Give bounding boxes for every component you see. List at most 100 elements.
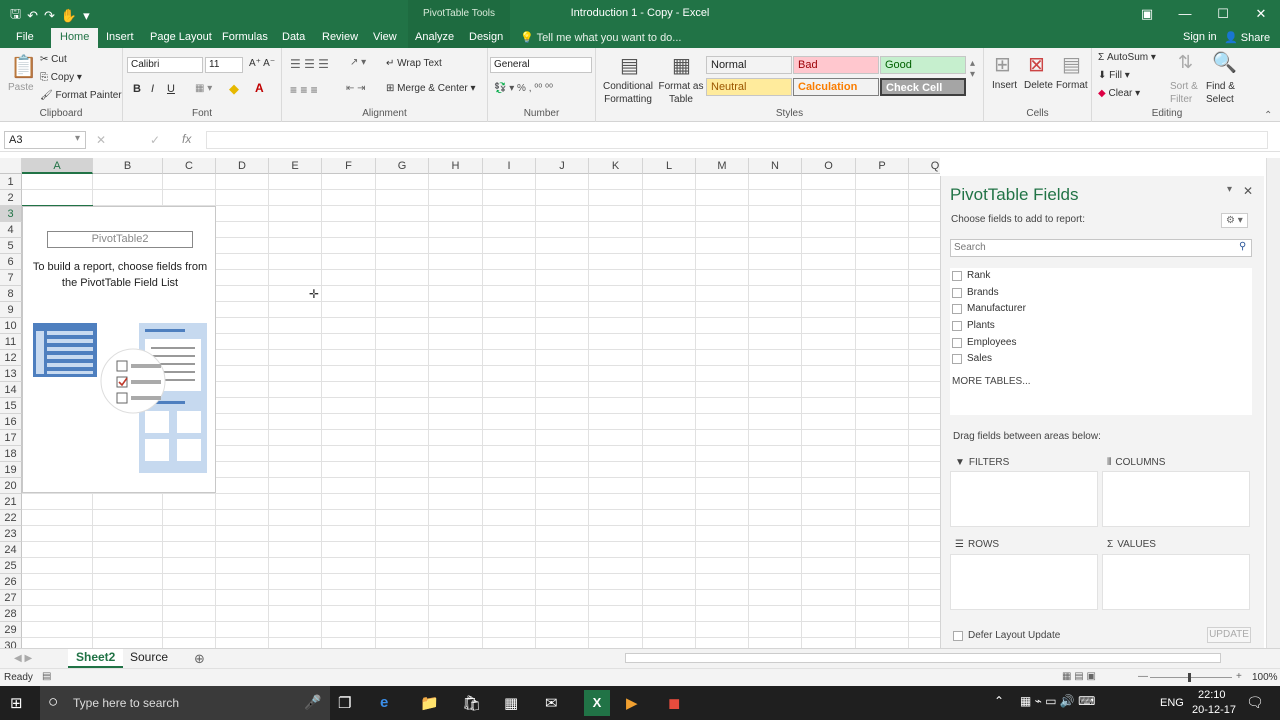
tab-review[interactable]: Review [322,28,358,48]
checkbox[interactable] [952,337,962,348]
cancel-formula-icon[interactable]: ✕ [96,133,106,147]
bold-button[interactable]: B [133,83,141,95]
taskbar-search[interactable]: ○ Type here to search 🎤 [40,686,330,720]
font-size-select[interactable]: 11 [205,57,243,73]
more-tables-link[interactable]: MORE TABLES... [952,376,1031,387]
row-header-2[interactable]: 2 [0,190,22,206]
tab-view[interactable]: View [373,28,397,48]
touch-mode-icon[interactable]: ✋ [61,8,77,24]
format-painter-button[interactable]: 🖌 Format Painter [40,90,122,101]
column-header-e[interactable]: E [269,158,322,174]
zoom-slider[interactable] [1150,677,1232,678]
edge-browser-icon[interactable]: e [380,694,388,711]
field-rank[interactable]: Rank [952,270,990,281]
row-header-4[interactable]: 4 [0,222,22,238]
row-header-22[interactable]: 22 [0,510,22,526]
row-header-1[interactable]: 1 [0,174,22,190]
clock-date[interactable]: 20-12-17 [1192,704,1236,716]
row-header-25[interactable]: 25 [0,558,22,574]
microphone-icon[interactable]: 🎤 [304,694,321,711]
insert-function-icon[interactable]: fx [182,132,191,146]
redo-icon[interactable]: ↷ [44,8,55,24]
sign-in-link[interactable]: Sign in [1183,31,1217,43]
number-format-select[interactable]: General [490,57,592,73]
borders-icon[interactable]: ▦ ▾ [195,83,212,94]
checkbox[interactable] [953,630,963,641]
tab-analyze[interactable]: Analyze [415,28,454,48]
ribbon-display-options-icon[interactable]: ▣ [1128,0,1166,28]
columns-drop-area[interactable] [1102,471,1250,527]
column-header-n[interactable]: N [749,158,802,174]
tell-me-box[interactable]: 💡 Tell me what you want to do... [520,31,681,44]
formula-input[interactable] [206,131,1268,149]
sheet-tab-sheet2[interactable]: Sheet2 [68,649,124,668]
action-center-icon[interactable]: 🗨 [1246,694,1264,711]
row-header-14[interactable]: 14 [0,382,22,398]
conditional-formatting-button[interactable]: Conditional Formatting [600,80,656,106]
vertical-scrollbar[interactable] [1266,158,1280,648]
column-header-h[interactable]: H [429,158,483,174]
calculator-icon[interactable]: ▦ [504,694,518,712]
media-player-icon[interactable]: ▶ [626,694,638,712]
field-search-input[interactable]: Search [950,239,1252,257]
cut-button[interactable]: ✂ Cut [40,54,67,65]
checkbox[interactable] [952,320,962,331]
zoom-level[interactable]: 100% [1252,672,1278,683]
row-header-7[interactable]: 7 [0,270,22,286]
style-normal[interactable]: Normal [706,56,792,74]
underline-button[interactable]: U [167,83,175,95]
style-bad[interactable]: Bad [793,56,879,74]
update-button[interactable]: UPDATE [1207,627,1251,643]
style-good[interactable]: Good [880,56,966,74]
name-box-dropdown-icon[interactable]: ▾ [75,133,80,144]
column-header-j[interactable]: J [536,158,589,174]
sort-filter-button[interactable]: Sort & Filter [1170,80,1204,106]
pane-options-dropdown-icon[interactable]: ▾ [1227,184,1232,195]
row-header-23[interactable]: 23 [0,526,22,542]
clear-button[interactable]: ◆ Clear ▾ [1098,88,1140,99]
task-view-icon[interactable]: ❐ [338,694,351,712]
tab-page-layout[interactable]: Page Layout [150,28,212,48]
style-calculation[interactable]: Calculation [793,78,879,96]
windows-start-icon[interactable]: ⊞ [10,694,23,712]
mail-icon[interactable]: ✉ [545,694,558,712]
align-top-icon[interactable]: ☰ ☰ ☰ [290,57,329,71]
tray-chevron-icon[interactable]: ⌃ [994,694,1004,708]
row-header-24[interactable]: 24 [0,542,22,558]
file-explorer-icon[interactable]: 📁 [420,694,439,712]
excel-app-icon[interactable]: X [584,690,610,716]
tab-formulas[interactable]: Formulas [222,28,268,48]
share-button[interactable]: 👤 Share [1224,31,1270,44]
row-header-20[interactable]: 20 [0,478,22,494]
minimize-icon[interactable]: — [1166,0,1204,28]
style-neutral[interactable]: Neutral [706,78,792,96]
column-header-k[interactable]: K [589,158,643,174]
accounting-icon[interactable]: 💱 ▾ % , ⁰⁰ ⁰⁰ [494,83,553,94]
format-cells-button[interactable]: Format [1056,80,1088,91]
copy-button[interactable]: ⎘ Copy ▾ [40,72,82,83]
column-header-i[interactable]: I [483,158,536,174]
field-employees[interactable]: Employees [952,337,1016,348]
column-header-o[interactable]: O [802,158,856,174]
tray-apps-icon[interactable]: ▦ ⌁ ▭ 🔊 ⌨ [1020,694,1096,708]
customize-qat-icon[interactable]: ▾ [83,8,90,24]
column-header-b[interactable]: B [93,158,163,174]
row-header-3[interactable]: 3 [0,206,22,222]
undo-icon[interactable]: ↶ [27,8,38,24]
row-header-9[interactable]: 9 [0,302,22,318]
macro-record-icon[interactable]: ▤ [42,671,51,682]
view-buttons-icon[interactable]: ▦ ▤ ▣ [1062,671,1096,682]
row-header-15[interactable]: 15 [0,398,22,414]
styles-scroll-icon[interactable]: ▴ ▾ [970,58,975,80]
align-left-icon[interactable]: ≡ ≡ ≡ [290,83,318,97]
row-header-13[interactable]: 13 [0,366,22,382]
row-header-21[interactable]: 21 [0,494,22,510]
row-header-17[interactable]: 17 [0,430,22,446]
column-header-f[interactable]: F [322,158,376,174]
column-header-c[interactable]: C [163,158,216,174]
insert-cells-button[interactable]: Insert [992,80,1017,91]
values-drop-area[interactable] [1102,554,1250,610]
font-color-icon[interactable]: A [255,81,264,95]
row-header-16[interactable]: 16 [0,414,22,430]
merge-center-button[interactable]: ⊞ Merge & Center ▾ [386,83,476,94]
